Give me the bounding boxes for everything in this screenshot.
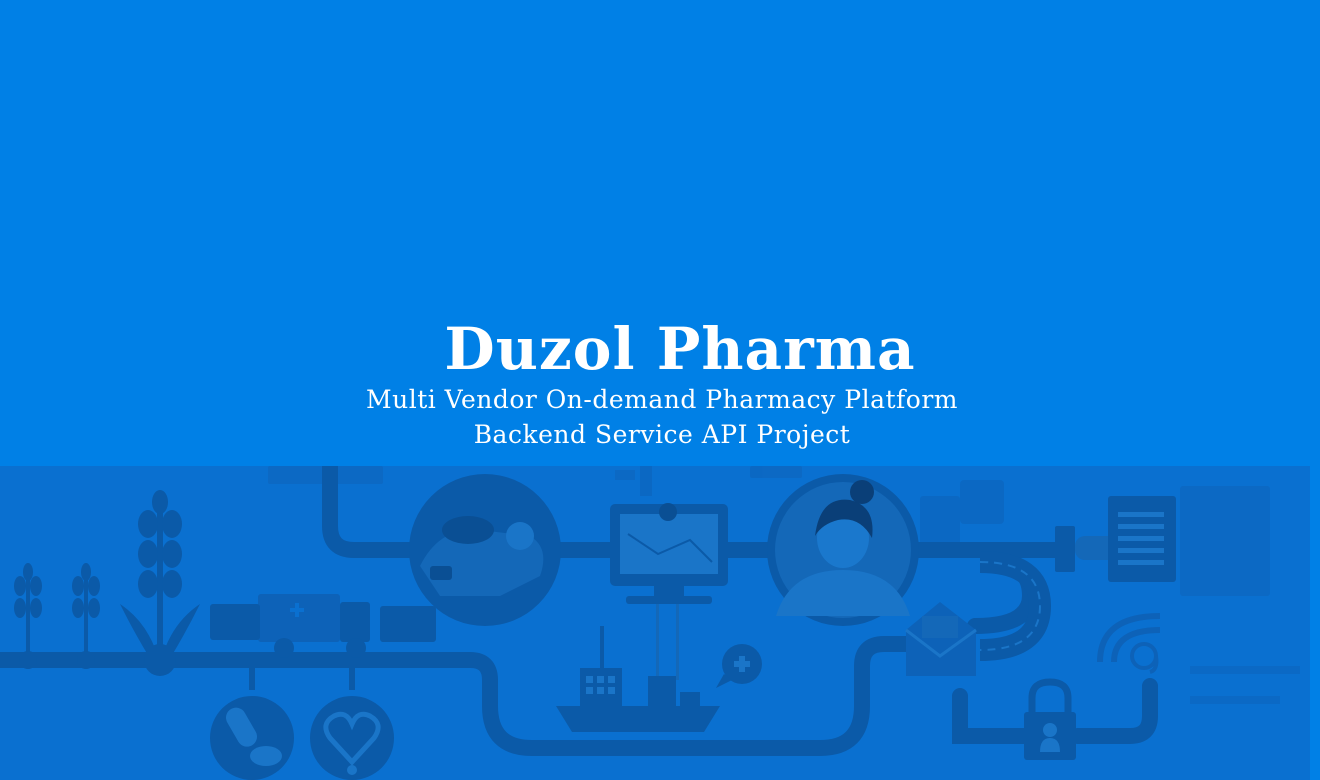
- deliveryman-icon: [409, 474, 561, 626]
- pharmacist-avatar-icon: [767, 474, 919, 626]
- subtitle-line-2: Backend Service API Project: [473, 420, 851, 449]
- title-block: Duzol Pharma Multi Vendor On-demand Phar…: [0, 316, 1320, 452]
- subtitle-line-1: Multi Vendor On-demand Pharmacy Platform: [366, 385, 958, 414]
- band-edge: [1310, 466, 1320, 780]
- hero-banner: Duzol Pharma Multi Vendor On-demand Phar…: [0, 0, 1320, 780]
- page-title: Duzol Pharma: [444, 315, 916, 383]
- pharmacy-supply-chain-illustration: [0, 466, 1320, 780]
